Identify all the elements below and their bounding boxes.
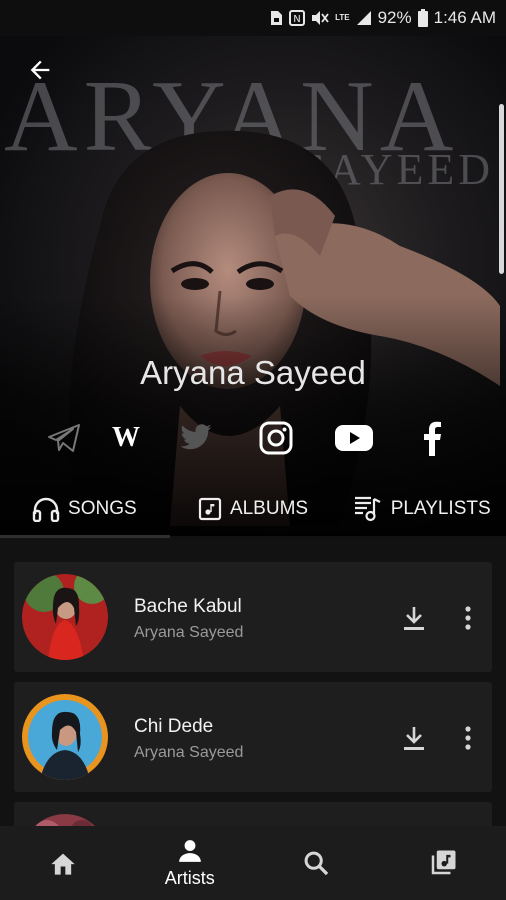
instagram-link[interactable] — [256, 418, 296, 458]
active-tab-indicator — [0, 535, 170, 538]
social-links: W — [0, 418, 506, 458]
home-icon — [51, 853, 75, 875]
more-options-button[interactable] — [458, 724, 478, 752]
song-title: Chi Dede — [134, 716, 214, 737]
person-icon — [178, 839, 201, 862]
youtube-link[interactable] — [334, 418, 374, 458]
twitter-link[interactable] — [176, 418, 216, 458]
song-cover — [22, 694, 108, 780]
battery-percent: 92% — [377, 8, 412, 27]
signal-icon — [356, 10, 372, 26]
svg-text:N: N — [293, 14, 300, 25]
mute-icon — [311, 10, 329, 26]
more-vert-icon — [465, 726, 471, 750]
tab-albums[interactable]: ALBUMS — [169, 480, 338, 538]
nav-home[interactable] — [0, 826, 127, 900]
telegram-icon — [48, 424, 80, 452]
twitter-icon — [180, 424, 212, 450]
nav-artists[interactable]: Artists — [127, 826, 254, 900]
song-list: Bache Kabul Aryana Sayeed Chi Dede Aryan… — [0, 538, 506, 826]
nfc-icon: N — [289, 10, 306, 26]
scrollbar[interactable] — [499, 104, 504, 274]
back-button[interactable] — [22, 52, 58, 88]
playlist-icon — [354, 496, 381, 522]
download-button[interactable] — [400, 724, 428, 752]
list-item[interactable]: Chi Dede Aryana Sayeed — [14, 682, 492, 792]
battery-icon — [417, 9, 428, 27]
song-artist: Aryana Sayeed — [134, 624, 244, 641]
download-button[interactable] — [400, 604, 428, 632]
album-icon — [198, 497, 222, 521]
more-options-button[interactable] — [458, 604, 478, 632]
more-vert-icon — [465, 606, 471, 630]
headphones-icon — [32, 497, 60, 522]
facebook-icon — [424, 421, 441, 456]
song-cover — [22, 574, 108, 660]
artist-tabs: SONGS ALBUMS PLAYLISTS — [0, 480, 506, 538]
wikipedia-icon: W — [112, 422, 140, 453]
arrow-left-icon — [30, 60, 50, 80]
search-icon — [304, 851, 329, 876]
tab-playlists[interactable]: PLAYLISTS — [337, 480, 506, 538]
bottom-navigation: Artists — [0, 826, 506, 900]
nav-library[interactable] — [380, 826, 506, 900]
list-item[interactable]: Bache Kabul Aryana Sayeed — [14, 562, 492, 672]
artist-hero: ARYANA SAYEED — [0, 36, 506, 536]
song-artist: Aryana Sayeed — [134, 744, 244, 761]
song-cover — [22, 814, 108, 826]
library-icon — [431, 850, 456, 875]
youtube-icon — [335, 425, 373, 451]
artist-name: Aryana Sayeed — [140, 354, 366, 391]
download-icon — [404, 607, 424, 630]
tab-songs[interactable]: SONGS — [0, 480, 169, 538]
sim-icon — [269, 10, 283, 26]
nav-search[interactable] — [253, 826, 380, 900]
wikipedia-link[interactable]: W — [106, 418, 146, 458]
status-bar: N LTE 92% 1:46 AM — [0, 0, 506, 36]
telegram-link[interactable] — [44, 418, 84, 458]
clock: 1:46 AM — [433, 8, 496, 27]
download-icon — [404, 727, 424, 750]
nav-artists-label: Artists — [164, 867, 215, 888]
tab-playlists-label: PLAYLISTS — [390, 498, 491, 519]
network-type: LTE — [335, 13, 350, 22]
instagram-icon — [259, 421, 293, 455]
tab-songs-label: SONGS — [68, 498, 137, 519]
list-item[interactable] — [14, 802, 492, 826]
facebook-link[interactable] — [412, 418, 452, 458]
song-title: Bache Kabul — [134, 596, 242, 617]
tab-albums-label: ALBUMS — [229, 498, 309, 519]
